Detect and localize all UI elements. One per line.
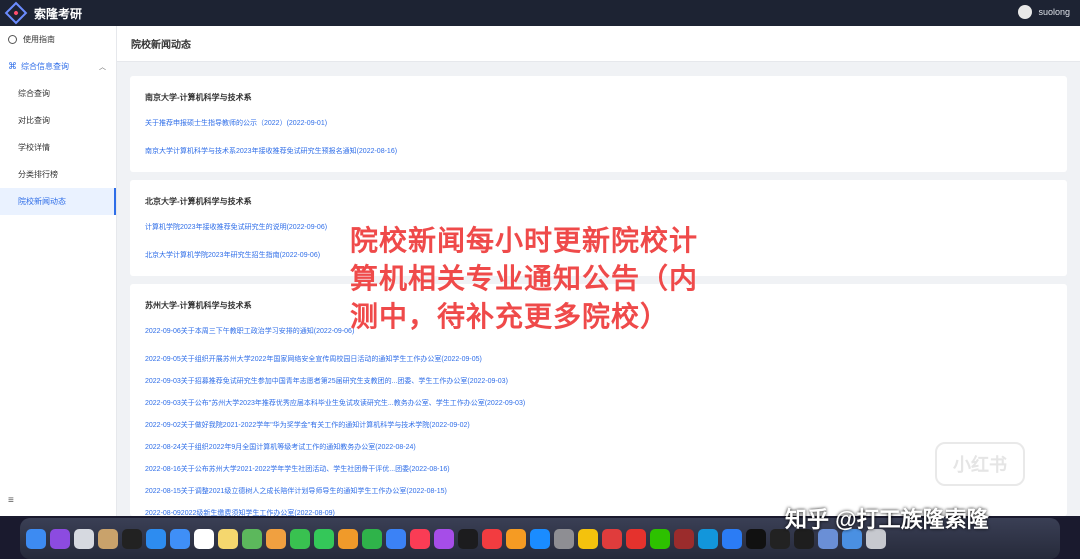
card-title: 南京大学-计算机科学与技术系 (145, 93, 252, 102)
overlay-caption: 院校新闻每小时更新院校计算机相关专业通知公告（内测中，待补充更多院校） (350, 225, 699, 332)
sidebar-item-ranking[interactable]: 分类排行榜 (0, 161, 116, 188)
pages-icon[interactable] (338, 528, 358, 549)
card-title: 北京大学-计算机科学与技术系 (145, 197, 252, 206)
sidebar-item-label: 学校详情 (18, 143, 50, 152)
qq-icon[interactable] (698, 528, 718, 549)
xiaohongshu-watermark: 小红书 (935, 442, 1025, 486)
dictionary-icon[interactable] (674, 528, 694, 549)
finder-icon[interactable] (26, 528, 46, 549)
appstore-icon[interactable] (530, 528, 550, 549)
mail-icon[interactable] (170, 528, 190, 549)
news-list: 关于推荐申报硕士生指导教师的公示（2022）(2022-09-01) 南京大学计… (145, 119, 1052, 163)
books-icon[interactable] (506, 528, 526, 549)
sidebar-item-label: 分类排行榜 (18, 170, 58, 179)
news-icon[interactable] (482, 528, 502, 549)
sidebar-item-label: 院校新闻动态 (18, 197, 66, 206)
sidebar-item-label: 综合查询 (18, 89, 50, 98)
news-link[interactable]: 2022-09-03关于招募推荐免试研究生参加中国青年志愿者第25届研究生支教团… (145, 371, 1052, 393)
grid-icon: ⌘ (8, 61, 17, 71)
podcasts-icon[interactable] (434, 528, 454, 549)
sidebar: 使用指南 ⌘ 综合信息查询 ︿ 综合查询 对比查询 学校详情 分类排行榜 院校新… (0, 26, 117, 516)
sidebar-item-school-detail[interactable]: 学校详情 (0, 134, 116, 161)
news-link[interactable]: 2022-08-15关于调整2021级立德树人之成长陪伴计划导师导生的通知学生工… (145, 481, 1052, 503)
sidebar-item-compare[interactable]: 对比查询 (0, 107, 116, 134)
chevron-up-icon: ︿ (99, 63, 106, 71)
parallels-icon[interactable] (602, 528, 622, 549)
clock-icon (8, 35, 17, 44)
news-link[interactable]: 关于推荐申报硕士生指导教师的公示（2022）(2022-09-01) (145, 119, 1052, 141)
sidebar-group-label: 综合信息查询 (21, 62, 69, 71)
sidebar-item-label: 使用指南 (23, 35, 55, 44)
sidebar-item-comprehensive[interactable]: 综合查询 (0, 80, 116, 107)
news-link[interactable]: 2022-09-03关于公布"苏州大学2023年推荐优秀应届本科毕业生免试攻读研… (145, 393, 1052, 415)
music-icon[interactable] (410, 528, 430, 549)
sidebar-item-news[interactable]: 院校新闻动态 (0, 188, 116, 215)
app-title: 索隆考研 (34, 6, 83, 21)
safari-icon[interactable] (146, 528, 166, 549)
top-bar: 索隆考研 suolong (0, 0, 1080, 26)
calendar-icon[interactable] (194, 528, 214, 549)
wechat-icon[interactable] (650, 528, 670, 549)
news-card: 南京大学-计算机科学与技术系 关于推荐申报硕士生指导教师的公示（2022）(20… (130, 76, 1067, 172)
wps-icon[interactable] (626, 528, 646, 549)
webstorm-icon[interactable] (746, 528, 766, 549)
maps-icon[interactable] (242, 528, 262, 549)
news-link[interactable]: 2022-09-02关于做好我院2021-2022学年"华为奖学金"有关工作的通… (145, 415, 1052, 437)
collapse-menu-icon[interactable]: ≡ (8, 495, 14, 506)
avatar[interactable] (1018, 5, 1033, 19)
news-link[interactable]: 2022-08-24关于组织2022年9月全国计算机等级考试工作的通知教务办公室… (145, 437, 1052, 459)
terminal-icon[interactable] (122, 528, 142, 549)
zhihu-watermark: 知乎 @打工族隆索隆 (785, 507, 989, 532)
appletv-icon[interactable] (458, 528, 478, 549)
siri-icon[interactable] (50, 528, 70, 549)
chrome-icon[interactable] (578, 528, 598, 549)
app-logo-icon (4, 1, 28, 25)
user-menu[interactable]: suolong (1018, 5, 1070, 19)
photos-icon[interactable] (266, 528, 286, 549)
username: suolong (1038, 7, 1070, 17)
baidu-netdisk-icon[interactable] (722, 528, 742, 549)
news-link[interactable]: 2022-09-05关于组织开展苏州大学2022年国家网络安全宣传周校园日活动的… (145, 349, 1052, 371)
sidebar-group-query[interactable]: ⌘ 综合信息查询 ︿ (0, 53, 116, 80)
notes-icon[interactable] (218, 528, 238, 549)
news-list: 2022-09-06关于本周三下午教职工政治学习安排的通知(2022-09-06… (145, 327, 1052, 525)
launchpad-icon[interactable] (74, 528, 94, 549)
news-link[interactable]: 2022-08-16关于公布苏州大学2021-2022学年学生社团活动、学生社团… (145, 459, 1052, 481)
facetime-icon[interactable] (314, 528, 334, 549)
news-link[interactable]: 南京大学计算机科学与技术系2023年接收推荐免试研究生预报名通知(2022-08… (145, 141, 1052, 163)
sidebar-item-guide[interactable]: 使用指南 (0, 26, 116, 53)
keynote-icon[interactable] (386, 528, 406, 549)
messages-icon[interactable] (290, 528, 310, 549)
settings-icon[interactable] (554, 528, 574, 549)
numbers-icon[interactable] (362, 528, 382, 549)
folder-icon[interactable] (98, 528, 118, 549)
page-title: 院校新闻动态 (117, 26, 1080, 62)
sidebar-item-label: 对比查询 (18, 116, 50, 125)
